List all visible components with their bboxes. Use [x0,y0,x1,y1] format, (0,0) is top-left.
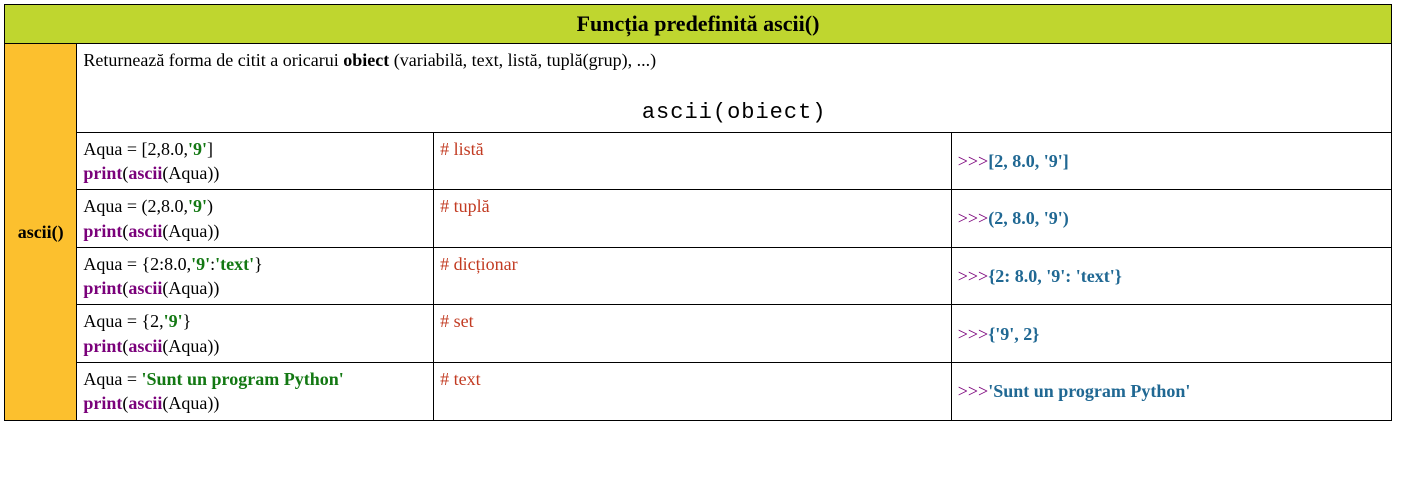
doc-title: Funcția predefinită ascii() [5,5,1392,44]
description-cell: Returnează forma de citit a oricarui obi… [77,43,1392,132]
description-row: ascii() Returnează forma de citit a oric… [5,43,1392,132]
example-row-text: Aqua = 'Sunt un program Python' print(as… [5,363,1392,421]
output-cell: >>>'Sunt un program Python' [951,363,1391,421]
desc-text-before: Returnează forma de citit a oricarui [83,50,343,70]
desc-bold: obiect [343,50,389,70]
fn-ascii: ascii [128,393,162,413]
code-text: Aqua = {2:8.0, [83,254,191,274]
ascii-doc-table: Funcția predefinită ascii() ascii() Retu… [4,4,1392,421]
keyword-print: print [83,393,122,413]
code-text: Aqua = {2, [83,311,163,331]
fn-ascii: ascii [128,221,162,241]
code-cell: Aqua = (2,8.0,'9') print(ascii(Aqua)) [77,190,434,248]
comment: # set [440,311,474,331]
output-value: {'9', 2} [988,324,1039,344]
code-text: ] [207,139,213,159]
example-row-list: Aqua = [2,8.0,'9'] print(ascii(Aqua)) # … [5,132,1392,190]
code-text: Aqua = (2,8.0, [83,196,188,216]
repl-prompt: >>> [958,208,988,228]
comment-cell: # dicționar [434,247,952,305]
repl-prompt: >>> [958,151,988,171]
code-text: Aqua = [2,8.0, [83,139,188,159]
repl-prompt: >>> [958,381,988,401]
fn-ascii: ascii [128,278,162,298]
code-line-assign: Aqua = [2,8.0,'9'] [83,137,427,161]
comment: # tuplă [440,196,490,216]
string-literal: '9' [188,139,207,159]
repl-prompt: >>> [958,324,988,344]
function-name-cell: ascii() [5,43,77,420]
header-row: Funcția predefinită ascii() [5,5,1392,44]
code-cell: Aqua = [2,8.0,'9'] print(ascii(Aqua)) [77,132,434,190]
comment: # text [440,369,481,389]
desc-text-after: (variabilă, text, listă, tuplă(grup), ..… [389,50,656,70]
code-text: Aqua = [83,369,141,389]
output-value: (2, 8.0, '9') [988,208,1069,228]
comment-cell: # listă [434,132,952,190]
comment-cell: # text [434,363,952,421]
output-cell: >>>{'9', 2} [951,305,1391,363]
keyword-print: print [83,221,122,241]
code-cell: Aqua = {2:8.0,'9':'text'} print(ascii(Aq… [77,247,434,305]
code-text: ) [207,196,213,216]
keyword-print: print [83,163,122,183]
repl-prompt: >>> [958,266,988,286]
string-literal: 'text' [215,254,254,274]
keyword-print: print [83,278,122,298]
code-text: } [183,311,192,331]
example-row-dict: Aqua = {2:8.0,'9':'text'} print(ascii(Aq… [5,247,1392,305]
string-literal: '9' [164,311,183,331]
example-row-set: Aqua = {2,'9'} print(ascii(Aqua)) # set … [5,305,1392,363]
output-cell: >>>(2, 8.0, '9') [951,190,1391,248]
code-text: (Aqua)) [162,336,219,356]
string-literal: 'Sunt un program Python' [142,369,344,389]
fn-ascii: ascii [128,336,162,356]
string-literal: '9' [191,254,210,274]
fn-ascii: ascii [128,163,162,183]
comment-cell: # tuplă [434,190,952,248]
string-literal: '9' [188,196,207,216]
code-cell: Aqua = 'Sunt un program Python' print(as… [77,363,434,421]
code-text: (Aqua)) [162,393,219,413]
code-text: } [254,254,263,274]
comment: # listă [440,139,484,159]
output-cell: >>>[2, 8.0, '9'] [951,132,1391,190]
output-value: 'Sunt un program Python' [988,381,1190,401]
output-value: {2: 8.0, '9': 'text'} [988,266,1122,286]
code-cell: Aqua = {2,'9'} print(ascii(Aqua)) [77,305,434,363]
output-cell: >>>{2: 8.0, '9': 'text'} [951,247,1391,305]
code-line-print: print(ascii(Aqua)) [83,161,427,185]
comment: # dicționar [440,254,517,274]
code-text: (Aqua)) [162,278,219,298]
output-value: [2, 8.0, '9'] [988,151,1069,171]
code-text: (Aqua)) [162,163,219,183]
example-row-tuple: Aqua = (2,8.0,'9') print(ascii(Aqua)) # … [5,190,1392,248]
comment-cell: # set [434,305,952,363]
code-text: (Aqua)) [162,221,219,241]
keyword-print: print [83,336,122,356]
syntax-line: ascii(obiect) [83,98,1385,128]
